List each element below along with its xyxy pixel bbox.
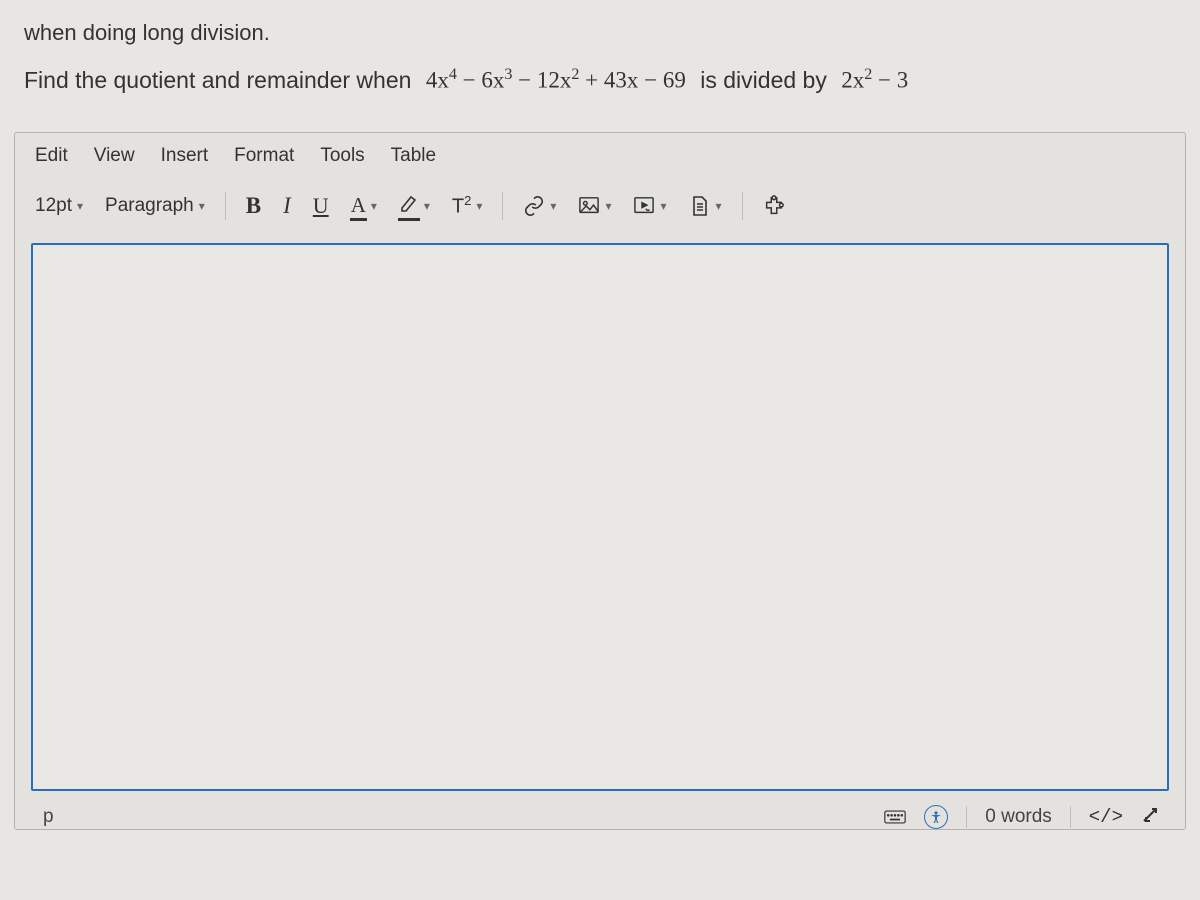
font-color-dropdown[interactable]: A ▾ [343,189,385,222]
media-dropdown[interactable]: ▾ [625,191,674,221]
bold-button[interactable]: B [238,189,269,223]
problem-mid: is divided by [700,67,827,94]
menu-insert[interactable]: Insert [161,145,209,167]
toolbar-separator [742,192,743,220]
underline-icon: U [313,193,329,219]
chevron-down-icon: ▾ [424,199,430,213]
toolbar-separator [225,192,226,220]
plugin-icon [763,195,785,217]
toolbar-separator [502,192,503,220]
keyboard-icon[interactable] [884,806,906,828]
superscript-icon: T2 [452,193,471,219]
apps-button[interactable] [755,191,793,221]
block-format-dropdown[interactable]: Paragraph ▾ [97,191,213,221]
status-separator [966,806,967,828]
bold-icon: B [246,193,261,219]
editor-statusbar: p 0 words </> [15,791,1185,829]
chevron-down-icon: ▾ [476,199,482,213]
divisor-polynomial: 2x2 − 3 [841,66,908,94]
image-icon [578,195,600,217]
editor-menubar: Edit View Insert Format Tools Table [15,133,1185,179]
font-size-dropdown[interactable]: 12pt ▾ [27,191,91,221]
dividend-polynomial: 4x4 − 6x3 − 12x2 + 43x − 69 [426,66,686,94]
status-separator [1070,806,1071,828]
element-path[interactable]: p [43,806,54,828]
block-format-label: Paragraph [105,195,194,217]
document-dropdown[interactable]: ▾ [681,191,730,221]
document-icon [689,195,711,217]
italic-button[interactable]: I [275,189,299,223]
chevron-down-icon: ▾ [660,199,666,213]
underline-button[interactable]: U [305,189,337,223]
editor-toolbar: 12pt ▾ Paragraph ▾ B I U A ▾ [15,179,1185,233]
font-color-icon: A [351,193,366,218]
rich-text-editor: Edit View Insert Format Tools Table 12pt… [14,132,1186,830]
italic-icon: I [283,193,291,219]
word-count[interactable]: 0 words [985,806,1052,828]
intro-text: when doing long division. [24,20,1176,46]
link-dropdown[interactable]: ▾ [515,191,564,221]
font-size-label: 12pt [35,195,72,217]
highlight-icon [399,194,419,218]
resize-handle-icon[interactable] [1141,806,1163,828]
chevron-down-icon: ▾ [371,199,377,213]
chevron-down-icon: ▾ [550,199,556,213]
menu-format[interactable]: Format [234,145,294,167]
menu-edit[interactable]: Edit [35,145,68,167]
superscript-dropdown[interactable]: T2 ▾ [444,189,490,223]
chevron-down-icon: ▾ [605,199,611,213]
editor-textarea[interactable] [31,243,1169,791]
media-icon [633,195,655,217]
problem-lead: Find the quotient and remainder when [24,67,411,94]
problem-statement: Find the quotient and remainder when 4x4… [24,66,1176,94]
menu-table[interactable]: Table [391,145,436,167]
menu-tools[interactable]: Tools [320,145,364,167]
link-icon [523,195,545,217]
chevron-down-icon: ▾ [77,199,83,213]
image-dropdown[interactable]: ▾ [570,191,619,221]
accessibility-icon[interactable] [924,805,948,829]
chevron-down-icon: ▾ [716,199,722,213]
menu-view[interactable]: View [94,145,135,167]
code-view-button[interactable]: </> [1089,806,1123,828]
highlight-color-dropdown[interactable]: ▾ [391,190,438,222]
chevron-down-icon: ▾ [199,199,205,213]
